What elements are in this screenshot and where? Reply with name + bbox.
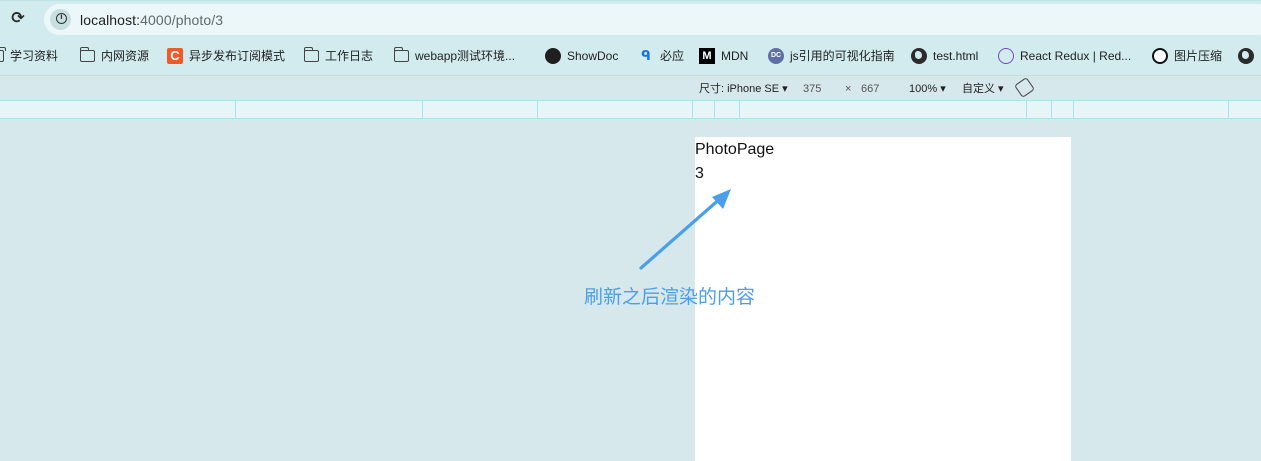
annotation-text: 刷新之后渲染的内容 — [584, 286, 756, 308]
ruler-tick[interactable] — [714, 101, 715, 118]
showdoc-icon — [545, 48, 561, 64]
address-bar-row: ⟳ localhost:4000/photo/3 — [0, 0, 1261, 37]
bookmark-item[interactable]: ShowDoc — [545, 48, 618, 64]
zoom-select[interactable]: 100% ▾ — [909, 82, 946, 96]
search-icon: ᑫ — [641, 48, 651, 63]
ruler-tick[interactable] — [235, 101, 236, 118]
bookmark-label: 内网资源 — [101, 49, 150, 63]
bookmark-item[interactable]: C 异步发布订阅模式 — [167, 48, 285, 64]
bookmark-overflow[interactable] — [1238, 48, 1260, 64]
ruler-tick[interactable] — [422, 101, 423, 118]
ruler-tick[interactable] — [1026, 101, 1027, 118]
device-select[interactable]: 尺寸: iPhone SE ▾ — [699, 82, 788, 96]
mdn-icon: M — [699, 48, 715, 64]
csdn-icon: C — [167, 48, 183, 64]
bookmark-item[interactable]: M MDN — [699, 48, 748, 64]
device-toolbar: 尺寸: iPhone SE ▾ 375 × 667 100% ▾ 自定义 ▾ — [0, 75, 1261, 100]
bookmark-label: 工作日志 — [325, 49, 374, 63]
dc-icon: DC — [768, 48, 784, 64]
bookmark-item[interactable]: DC js引用的可视化指南 — [768, 48, 895, 64]
bookmark-item[interactable]: 图片压缩 — [1152, 48, 1222, 64]
bookmark-item[interactable]: 内网资源 — [79, 47, 150, 64]
bookmarks-bar: 学习资料 内网资源 C 异步发布订阅模式 工作日志 webapp测试环境... S… — [0, 37, 1261, 75]
bookmark-label: test.html — [933, 49, 979, 63]
bookmark-label: js引用的可视化指南 — [790, 49, 895, 63]
site-info-icon[interactable] — [50, 9, 71, 30]
bookmark-label: MDN — [721, 49, 749, 63]
page-title: PhotoPage — [695, 141, 775, 158]
bookmark-item[interactable]: 学习资料 — [0, 47, 59, 64]
ruler-tick[interactable] — [537, 101, 538, 118]
bookmark-label: 异步发布订阅模式 — [189, 49, 286, 63]
bookmark-item[interactable]: test.html — [911, 48, 978, 64]
ruler-tick[interactable] — [692, 101, 693, 118]
media-query-ruler — [0, 100, 1261, 119]
folder-icon — [303, 47, 319, 62]
times-sign: × — [845, 83, 852, 95]
bookmark-item[interactable]: webapp测试环境... — [393, 47, 516, 64]
folder-icon — [79, 47, 95, 62]
folder-icon — [0, 47, 6, 62]
ruler-tick[interactable] — [1073, 101, 1074, 118]
ruler-tick[interactable] — [739, 101, 740, 118]
url-path: 4000/photo/3 — [140, 12, 224, 28]
panda-icon — [1152, 48, 1168, 64]
bookmark-label: 图片压缩 — [1174, 49, 1223, 63]
width-input[interactable]: 375 — [803, 82, 821, 96]
url-host: localhost: — [80, 12, 141, 28]
bookmark-item[interactable]: React Redux | Red... — [998, 48, 1131, 64]
photo-id: 3 — [695, 165, 704, 182]
bookmark-label: 必应 — [660, 49, 685, 63]
zoom-label: 100% — [909, 83, 938, 95]
globe-icon — [911, 48, 927, 64]
bookmark-label: React Redux | Red... — [1020, 49, 1132, 63]
redux-icon — [998, 48, 1014, 64]
bookmark-item[interactable]: ᑫ 必应 — [638, 48, 684, 64]
ruler-tick[interactable] — [1051, 101, 1052, 118]
ruler-tick[interactable] — [1228, 101, 1229, 118]
height-input[interactable]: 667 — [861, 82, 879, 96]
throttle-select[interactable]: 自定义 ▾ — [962, 82, 1004, 96]
bookmark-item[interactable]: 工作日志 — [303, 47, 374, 64]
bookmark-label: 学习资料 — [10, 49, 59, 63]
reload-icon[interactable]: ⟳ — [9, 10, 27, 28]
throttle-label: 自定义 — [962, 83, 995, 95]
bookmark-label: ShowDoc — [567, 49, 619, 63]
bookmark-label: webapp测试环境... — [415, 49, 516, 63]
omnibox[interactable]: localhost:4000/photo/3 — [44, 4, 1261, 35]
folder-icon — [393, 47, 409, 62]
url-text[interactable]: localhost:4000/photo/3 — [80, 12, 223, 28]
device-label: 尺寸: iPhone SE — [699, 83, 780, 95]
globe-icon — [1238, 48, 1254, 64]
